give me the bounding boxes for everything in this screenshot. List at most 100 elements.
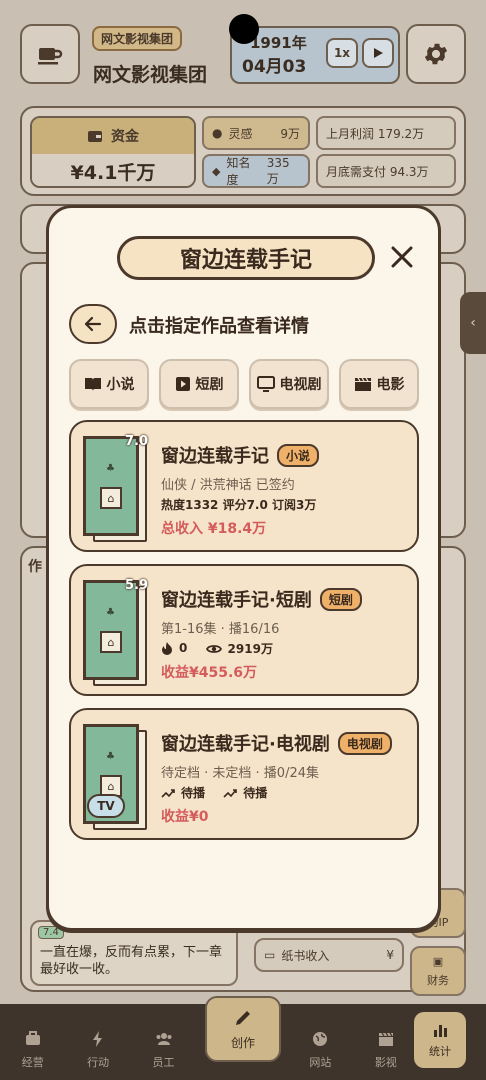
chevron-left-icon: ‹ bbox=[470, 315, 476, 331]
temple-icon: ⌂ bbox=[100, 631, 122, 653]
wallet-icon bbox=[88, 131, 102, 142]
nav-film[interactable]: 影视 bbox=[361, 1030, 411, 1070]
filter-short-drama-label: 短剧 bbox=[195, 377, 224, 393]
trend-status-1: 待播 bbox=[181, 786, 206, 800]
eye-icon bbox=[205, 644, 222, 653]
trend-icon bbox=[223, 788, 238, 798]
work-title-text: 窗边连载手记 bbox=[161, 446, 269, 467]
last-month-profit: 上月利润 179.2万 bbox=[316, 116, 456, 150]
last-month-profit-text: 上月利润 179.2万 bbox=[326, 126, 425, 141]
work-title: 窗边连载手记·电视剧 电视剧 bbox=[161, 730, 392, 756]
finance-label: 财务 bbox=[427, 973, 449, 987]
work-genre: 仙侠 / 洪荒神话 已签约 bbox=[161, 478, 295, 493]
nav-staff-label: 员工 bbox=[152, 1056, 175, 1069]
work-title-text: 窗边连载手记·短剧 bbox=[161, 590, 312, 611]
date-day: 04月03 bbox=[242, 57, 307, 77]
ledger-icon: ▭ bbox=[264, 948, 276, 962]
work-episodes: 第1-16集 · 播16/16 bbox=[161, 622, 280, 637]
work-income: 收益¥0 bbox=[161, 809, 209, 825]
fame-pill: ◆ 知名度 335万 bbox=[202, 154, 310, 188]
settings-button[interactable] bbox=[406, 24, 466, 84]
sprout-icon: ♣ bbox=[106, 463, 115, 474]
filter-tv-series-label: 电视剧 bbox=[279, 377, 322, 393]
company-tag: 网文影视集团 bbox=[92, 26, 183, 51]
nav-action-label: 行动 bbox=[87, 1056, 110, 1069]
book-icon bbox=[84, 378, 101, 391]
work-card-novel[interactable]: ♣ ⌂ 7.0 窗边连载手记 小说 仙侠 / 洪荒神话 已签约 热度1332 评… bbox=[69, 420, 419, 552]
bar-chart-icon bbox=[434, 1025, 447, 1037]
nav-statistics-label: 统计 bbox=[429, 1045, 451, 1058]
back-button[interactable] bbox=[69, 304, 117, 344]
group-icon bbox=[156, 1033, 172, 1045]
cash-value: ¥4.1千万 bbox=[32, 154, 194, 186]
globe-icon bbox=[313, 1032, 328, 1046]
people-icon: ◆ bbox=[212, 164, 221, 178]
tv-series-cover: ♣ ⌂ TV bbox=[83, 724, 147, 830]
inspiration-label: 灵感 bbox=[228, 126, 253, 141]
filter-tv-series[interactable]: 电视剧 bbox=[249, 359, 329, 409]
clapper-icon bbox=[354, 377, 371, 391]
nav-film-label: 影视 bbox=[374, 1056, 397, 1069]
play-button[interactable] bbox=[362, 38, 394, 68]
arrow-left-icon bbox=[84, 316, 102, 332]
filter-movie[interactable]: 电影 bbox=[339, 359, 419, 409]
tv-badge: TV bbox=[87, 794, 125, 818]
nav-action[interactable]: 行动 bbox=[73, 1030, 123, 1070]
bg-section-label: 作 bbox=[28, 559, 42, 575]
coffee-icon bbox=[38, 48, 63, 65]
play-icon bbox=[175, 377, 190, 391]
work-schedule: 待定档 · 未定档 · 播0/24集 bbox=[161, 766, 319, 781]
temple-icon: ⌂ bbox=[100, 487, 122, 509]
close-button[interactable] bbox=[387, 242, 417, 272]
finance-icon: ▣ bbox=[432, 954, 444, 968]
cover-score: 7.0 bbox=[125, 434, 149, 449]
company-name: 网文影视集团 bbox=[93, 64, 208, 86]
camera-cutout bbox=[229, 14, 259, 44]
work-title: 窗边连载手记 小说 bbox=[161, 442, 320, 468]
work-card-tv-series[interactable]: ♣ ⌂ TV 窗边连载手记·电视剧 电视剧 待定档 · 未定档 · 播0/24集… bbox=[69, 708, 419, 840]
nav-manage-label: 经营 bbox=[21, 1056, 44, 1069]
nav-website-label: 网站 bbox=[309, 1056, 332, 1069]
bg-paper-income: ▭ 纸书收入 ¥ bbox=[254, 938, 404, 972]
filter-short-drama[interactable]: 短剧 bbox=[159, 359, 239, 409]
work-type-badge: 小说 bbox=[277, 443, 320, 467]
nav-statistics[interactable]: 统计 bbox=[414, 1012, 466, 1068]
coffee-menu-button[interactable] bbox=[20, 24, 80, 84]
clapper-icon bbox=[378, 1032, 393, 1046]
speed-button[interactable]: 1x bbox=[326, 38, 358, 68]
trend-icon bbox=[161, 788, 175, 798]
nav-manage[interactable]: 经营 bbox=[8, 1030, 58, 1070]
paper-income-label: 纸书收入 bbox=[281, 948, 330, 963]
cover-front: ♣ ⌂ bbox=[83, 436, 139, 536]
fire-count: 0 bbox=[179, 640, 188, 655]
sprout-icon: ♣ bbox=[106, 751, 115, 762]
work-income: 总收入 ¥18.4万 bbox=[161, 521, 267, 537]
play-icon bbox=[374, 48, 383, 58]
work-metrics: 0 2919万 bbox=[161, 640, 287, 658]
filter-novel[interactable]: 小说 bbox=[69, 359, 149, 409]
work-type-badge: 电视剧 bbox=[337, 731, 392, 755]
nav-staff[interactable]: 员工 bbox=[139, 1030, 189, 1070]
work-stats: 热度1332 评分7.0 订阅3万 bbox=[161, 498, 317, 512]
nav-create[interactable]: 创作 bbox=[205, 996, 281, 1062]
cash-label: 资金 bbox=[111, 129, 139, 145]
modal-title: 窗边连载手记 bbox=[117, 236, 375, 280]
inspiration-value: 9万 bbox=[280, 126, 300, 141]
pencil-icon bbox=[236, 1010, 250, 1025]
side-collapse-tab[interactable]: ‹ bbox=[460, 292, 486, 354]
work-detail-modal: 窗边连载手记 点击指定作品查看详情 小说 短剧 电视剧 电影 ♣ ⌂ 7.0 窗 bbox=[46, 205, 441, 931]
fame-label: 知名度 bbox=[226, 156, 251, 187]
cover-score: 5.9 bbox=[125, 578, 149, 593]
nav-website[interactable]: 网站 bbox=[295, 1030, 345, 1070]
work-card-short-drama[interactable]: ♣ ⌂ 5.9 窗边连载手记·短剧 短剧 第1-16集 · 播16/16 0 2… bbox=[69, 564, 419, 696]
bg-comment-text: 一直在爆，反而有点累，下一章最好收一收。 bbox=[40, 945, 223, 977]
speed-label: 1x bbox=[333, 46, 351, 60]
work-type-badge: 短剧 bbox=[319, 587, 362, 611]
filter-novel-label: 小说 bbox=[106, 377, 135, 393]
fire-icon bbox=[162, 641, 172, 655]
bg-finance-button: ▣ 财务 bbox=[410, 946, 466, 996]
bolt-icon bbox=[93, 1031, 103, 1047]
sprout-icon: ♣ bbox=[106, 607, 115, 618]
novel-cover: ♣ ⌂ 7.0 bbox=[83, 434, 149, 542]
filter-movie-label: 电影 bbox=[376, 377, 405, 393]
